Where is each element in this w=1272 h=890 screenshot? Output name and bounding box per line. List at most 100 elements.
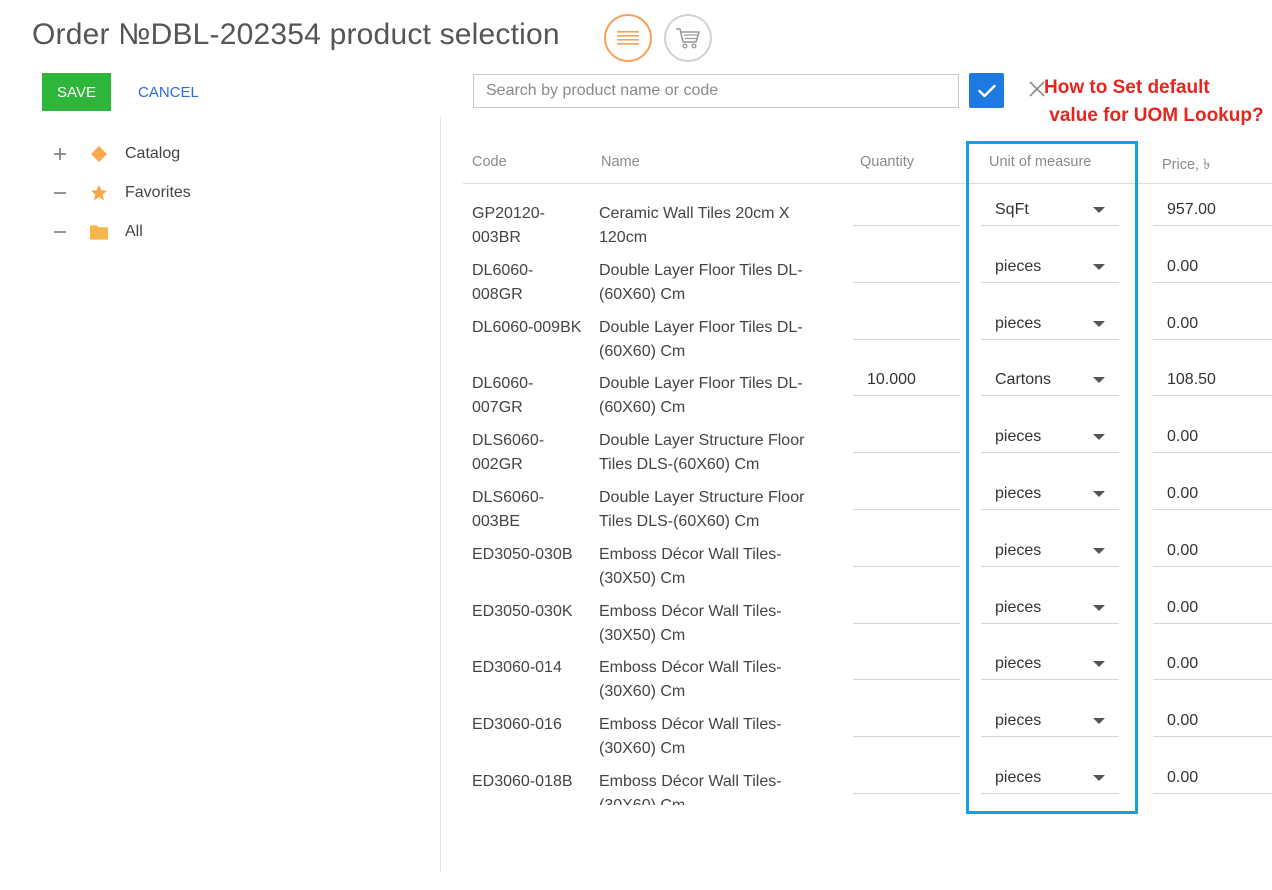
column-header-quantity[interactable]: Quantity: [860, 154, 914, 170]
column-header-name[interactable]: Name: [601, 154, 640, 170]
save-button[interactable]: SAVE: [42, 73, 111, 111]
uom-value: Cartons: [995, 371, 1052, 389]
tree-item-label: All: [125, 222, 143, 240]
dropdown-arrow-icon[interactable]: [1093, 490, 1105, 497]
dropdown-arrow-icon[interactable]: [1093, 774, 1105, 781]
table-row: DL6060-009BK Double Layer Floor Tiles DL…: [463, 304, 1272, 361]
uom-lookup[interactable]: pieces: [981, 257, 1119, 283]
uom-lookup[interactable]: SqFt: [981, 200, 1119, 226]
quantity-input[interactable]: [853, 541, 960, 567]
dropdown-arrow-icon[interactable]: [1093, 377, 1105, 384]
price-input[interactable]: 0.00: [1153, 257, 1272, 283]
price-input[interactable]: 0.00: [1153, 654, 1272, 681]
uom-value: pieces: [995, 598, 1042, 616]
quantity-input[interactable]: [853, 768, 960, 794]
product-name: Emboss Décor Wall Tiles-(30X60) Cm: [599, 772, 782, 805]
table-row: DLS6060-002GR Double Layer Structure Flo…: [463, 417, 1272, 474]
list-view-button[interactable]: [604, 14, 652, 62]
grid-header: Code Name Quantity Unit of measure Price…: [463, 145, 1272, 184]
quantity-input[interactable]: [853, 598, 960, 624]
dropdown-arrow-icon[interactable]: [1093, 661, 1105, 668]
price-input[interactable]: 0.00: [1153, 711, 1272, 738]
uom-lookup[interactable]: pieces: [981, 598, 1119, 624]
dropdown-arrow-icon[interactable]: [1093, 263, 1105, 270]
search-input[interactable]: [473, 74, 959, 108]
table-row: ED3060-014 Emboss Décor Wall Tiles-(30X6…: [463, 644, 1272, 701]
quantity-input[interactable]: [853, 654, 960, 681]
uom-lookup[interactable]: pieces: [981, 427, 1119, 454]
product-name: Ceramic Wall Tiles 20cm X 120cm: [599, 205, 790, 246]
cart-view-button[interactable]: [664, 14, 712, 62]
price-input[interactable]: 108.50: [1153, 370, 1272, 397]
cart-icon: [676, 28, 700, 49]
uom-lookup[interactable]: pieces: [981, 484, 1119, 510]
product-name: Double Layer Floor Tiles DL-(60X60) Cm: [599, 318, 803, 360]
collapse-icon[interactable]: [50, 222, 70, 242]
dropdown-arrow-icon[interactable]: [1093, 320, 1105, 327]
quantity-input[interactable]: [853, 711, 960, 738]
product-code: ED3050-030B: [472, 545, 573, 563]
product-name: Emboss Décor Wall Tiles-(30X50) Cm: [599, 545, 782, 587]
price-input[interactable]: 0.00: [1153, 427, 1272, 454]
uom-lookup[interactable]: pieces: [981, 541, 1119, 567]
quantity-input[interactable]: [853, 427, 960, 454]
tree-item-label: Catalog: [125, 144, 181, 162]
price-input[interactable]: 0.00: [1153, 484, 1272, 510]
dropdown-arrow-icon[interactable]: [1093, 547, 1105, 554]
product-code: ED3060-014: [472, 659, 562, 677]
tree-item-catalog[interactable]: Catalog: [50, 134, 191, 173]
product-name: Double Layer Floor Tiles DL-(60X60) Cm: [599, 375, 803, 417]
uom-value: pieces: [995, 314, 1042, 332]
collapse-icon[interactable]: [50, 183, 70, 203]
price-input[interactable]: 0.00: [1153, 768, 1272, 794]
uom-lookup[interactable]: Cartons: [981, 370, 1119, 397]
search-apply-button[interactable]: [969, 73, 1004, 108]
table-row: GP20120-003BR Ceramic Wall Tiles 20cm X …: [463, 190, 1272, 247]
cancel-button[interactable]: CANCEL: [138, 73, 199, 111]
uom-lookup[interactable]: pieces: [981, 711, 1119, 738]
product-name: Double Layer Structure Floor Tiles DLS-(…: [599, 432, 805, 474]
uom-lookup[interactable]: pieces: [981, 768, 1119, 794]
page-title: Order №DBL-202354 product selection: [32, 18, 560, 51]
price-input[interactable]: 0.00: [1153, 541, 1272, 567]
dropdown-arrow-icon[interactable]: [1093, 604, 1105, 611]
column-header-code[interactable]: Code: [472, 154, 507, 170]
quantity-input[interactable]: [853, 484, 960, 510]
dropdown-arrow-icon[interactable]: [1093, 718, 1105, 725]
quantity-input[interactable]: [853, 200, 960, 226]
product-code: GP20120-003BR: [472, 205, 545, 246]
table-row: DL6060-007GR Double Layer Floor Tiles DL…: [463, 360, 1272, 417]
dropdown-arrow-icon[interactable]: [1093, 434, 1105, 441]
quantity-input[interactable]: 10.000: [853, 370, 960, 397]
panel-divider: [440, 117, 441, 872]
quantity-input[interactable]: [853, 257, 960, 283]
product-name: Emboss Décor Wall Tiles-(30X60) Cm: [599, 716, 782, 758]
price-input[interactable]: 957.00: [1153, 200, 1272, 226]
uom-value: pieces: [995, 768, 1042, 786]
quantity-input[interactable]: [853, 314, 960, 340]
product-name: Emboss Décor Wall Tiles-(30X50) Cm: [599, 602, 782, 644]
uom-value: pieces: [995, 712, 1042, 730]
expand-icon[interactable]: [50, 144, 70, 164]
product-grid: GP20120-003BR Ceramic Wall Tiles 20cm X …: [463, 190, 1272, 805]
uom-lookup[interactable]: pieces: [981, 314, 1119, 340]
product-code: ED3060-016: [472, 716, 562, 734]
annotation-question: How to Set default value for UOM Lookup?: [1044, 77, 1264, 126]
price-input[interactable]: 0.00: [1153, 314, 1272, 340]
column-header-price[interactable]: Price, ৳: [1162, 154, 1210, 178]
column-header-uom[interactable]: Unit of measure: [989, 154, 1091, 170]
dropdown-arrow-icon[interactable]: [1093, 207, 1105, 213]
table-row: DLS6060-003BE Double Layer Structure Flo…: [463, 474, 1272, 531]
product-code: ED3050-030K: [472, 602, 573, 620]
tree-item-all[interactable]: All: [50, 212, 191, 251]
table-row: ED3060-016 Emboss Décor Wall Tiles-(30X6…: [463, 701, 1272, 758]
product-name: Emboss Décor Wall Tiles-(30X60) Cm: [599, 659, 782, 701]
price-input[interactable]: 0.00: [1153, 598, 1272, 624]
table-row: ED3050-030B Emboss Décor Wall Tiles-(30X…: [463, 531, 1272, 588]
uom-value: pieces: [995, 484, 1042, 502]
tree-item-favorites[interactable]: Favorites: [50, 173, 191, 212]
table-row: ED3060-018B Emboss Décor Wall Tiles-(30X…: [463, 758, 1272, 805]
uom-value: pieces: [995, 428, 1042, 446]
uom-lookup[interactable]: pieces: [981, 654, 1119, 681]
diamond-icon: [90, 145, 108, 163]
